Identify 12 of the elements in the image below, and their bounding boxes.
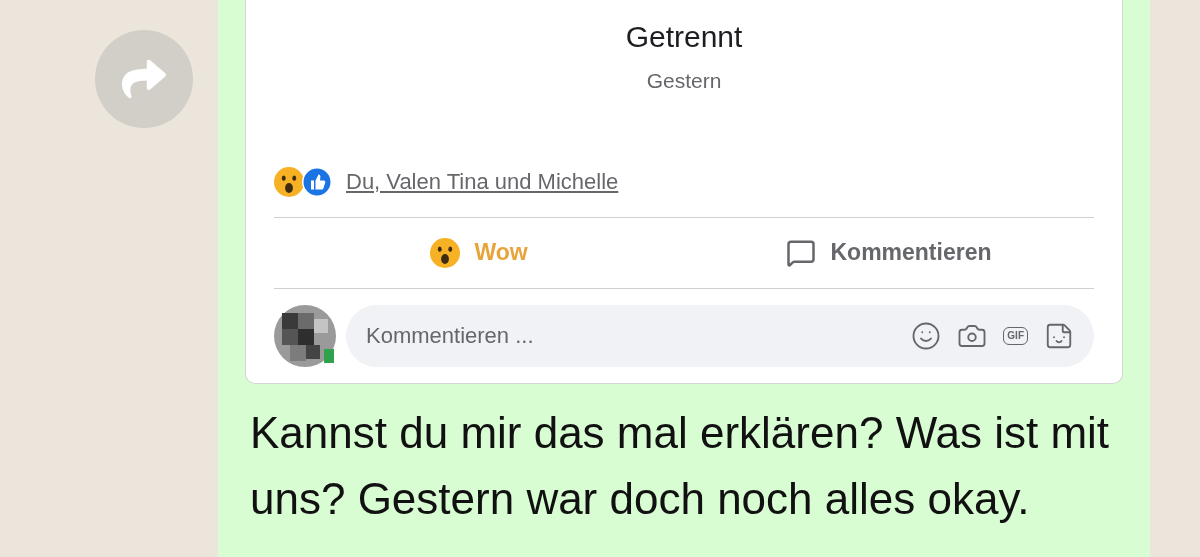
message-text: Kannst du mir das mal erklären? Was ist mit uns? Gestern war doch noch alles okay.: [249, 406, 1111, 525]
post-title: Getrennt: [624, 19, 744, 55]
emoji-icon[interactable]: [911, 320, 942, 351]
reactions-link[interactable]: Du, Valen Tina und Michelle: [346, 165, 619, 198]
wow-emoji-icon: [430, 237, 461, 268]
like-icon: [302, 166, 332, 197]
wow-emoji-icon: [274, 166, 304, 197]
comment-field[interactable]: Kommentieren ... GIF: [346, 304, 1094, 367]
forward-icon: [122, 57, 166, 101]
comment-button[interactable]: Kommentieren: [684, 217, 1094, 288]
gif-button[interactable]: GIF: [1003, 326, 1028, 345]
post-date: Gestern: [645, 68, 723, 94]
